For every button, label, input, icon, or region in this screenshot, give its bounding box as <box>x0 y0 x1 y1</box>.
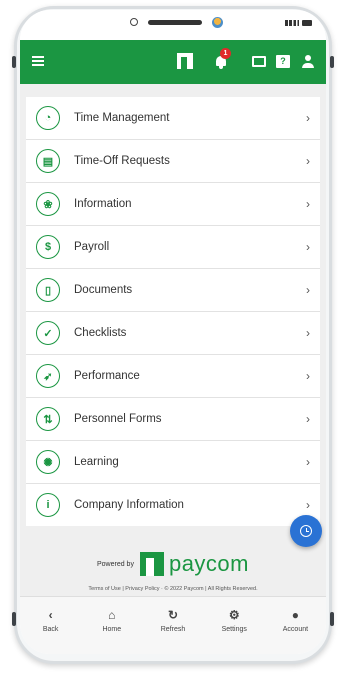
dollar-icon: $ <box>36 235 60 259</box>
menu-item-company-information[interactable]: i Company Information › <box>26 484 320 526</box>
chevron-right-icon: › <box>306 240 310 254</box>
menu-item-label: Time Management <box>74 112 170 124</box>
menu-list: ◔ Time Management › ▤ Time-Off Requests … <box>26 97 320 526</box>
menu-item-time-management[interactable]: ◔ Time Management › <box>26 97 320 140</box>
chevron-right-icon: › <box>306 326 310 340</box>
battery-icon <box>302 20 312 26</box>
nav-label: Refresh <box>160 626 186 633</box>
menu-item-performance[interactable]: ➶ Performance › <box>26 355 320 398</box>
powered-by-label: Powered by <box>96 560 134 568</box>
clock-icon: ◔ <box>36 106 60 130</box>
help-icon[interactable]: ? <box>276 55 290 68</box>
paycom-logo-icon[interactable] <box>177 53 193 69</box>
app-screen: 1 ? ◔ Time Management › ▤ Time-Off Reque… <box>20 10 326 654</box>
menu-item-checklists[interactable]: ✓ Checklists › <box>26 312 320 355</box>
nav-label: Back <box>42 626 59 633</box>
powered-by-footer: Powered by paycom <box>20 546 326 582</box>
home-icon: ⌂ <box>108 608 116 622</box>
nav-label: Settings <box>221 626 247 633</box>
chevron-right-icon: › <box>306 412 310 426</box>
user-icon: ● <box>291 608 300 622</box>
bottom-navigation: ‹ Back ⌂ Home ↻ Refresh ⚙ Settings ● Acc… <box>20 596 326 654</box>
nav-settings[interactable]: ⚙ Settings <box>204 597 265 654</box>
document-icon: ▯ <box>36 278 60 302</box>
menu-item-label: Checklists <box>74 327 127 339</box>
chevron-right-icon: › <box>306 283 310 297</box>
nav-account[interactable]: ● Account <box>265 597 326 654</box>
chevron-right-icon: › <box>306 455 310 469</box>
phone-side-button-left <box>12 56 16 68</box>
chevron-right-icon: › <box>306 154 310 168</box>
signal-icon <box>285 20 299 26</box>
phone-side-button-left-lower <box>12 612 16 626</box>
menu-item-label: Information <box>74 198 132 210</box>
notification-bell-icon[interactable]: 1 <box>214 48 231 70</box>
paycom-wordmark: paycom <box>168 551 249 576</box>
chevron-right-icon: › <box>306 111 310 125</box>
status-indicators <box>285 20 312 26</box>
menu-hamburger-icon[interactable] <box>32 56 44 66</box>
fingerprint-icon: ❀ <box>36 192 60 216</box>
user-body <box>302 63 314 68</box>
inbox-icon[interactable] <box>252 56 266 67</box>
phone-side-button-right <box>330 56 334 68</box>
menu-item-label: Time-Off Requests <box>74 155 170 167</box>
nav-label: Account <box>282 626 309 633</box>
chevron-right-icon: › <box>306 197 310 211</box>
menu-item-personnel-forms[interactable]: ⇅ Personnel Forms › <box>26 398 320 441</box>
menu-item-learning[interactable]: ✺ Learning › <box>26 441 320 484</box>
checkmark-icon: ✓ <box>36 321 60 345</box>
menu-item-payroll[interactable]: $ Payroll › <box>26 226 320 269</box>
menu-item-time-off-requests[interactable]: ▤ Time-Off Requests › <box>26 140 320 183</box>
rocket-icon: ➶ <box>36 364 60 388</box>
menu-item-label: Payroll <box>74 241 110 253</box>
camera-icon <box>130 18 138 26</box>
back-chevron-icon: ‹ <box>48 608 53 622</box>
menu-item-label: Performance <box>74 370 140 382</box>
gear-icon: ⚙ <box>228 608 240 622</box>
menu-item-label: Personnel Forms <box>74 413 162 425</box>
menu-item-label: Company Information <box>74 499 184 511</box>
bell-clapper <box>219 66 223 69</box>
sensor-icon <box>212 17 223 28</box>
menu-item-information[interactable]: ❀ Information › <box>26 183 320 226</box>
nav-home[interactable]: ⌂ Home <box>81 597 142 654</box>
app-header: 1 ? <box>20 40 326 84</box>
menu-item-label: Documents <box>74 284 133 296</box>
status-bar <box>20 10 326 40</box>
chevron-right-icon: › <box>306 498 310 512</box>
phone-side-button-right-lower <box>330 612 334 626</box>
chevron-right-icon: › <box>306 369 310 383</box>
refresh-icon: ↻ <box>167 608 179 622</box>
info-icon: i <box>36 493 60 517</box>
user-head <box>305 55 311 61</box>
clock-action-button[interactable] <box>290 515 322 547</box>
nav-refresh[interactable]: ↻ Refresh <box>142 597 203 654</box>
nav-label: Home <box>102 626 122 633</box>
transfer-icon: ⇅ <box>36 407 60 431</box>
menu-item-documents[interactable]: ▯ Documents › <box>26 269 320 312</box>
paycom-logo-icon <box>139 552 164 576</box>
legal-links[interactable]: Terms of Use | Privacy Policy · © 2022 P… <box>20 586 326 592</box>
menu-item-label: Learning <box>74 456 119 468</box>
calendar-icon: ▤ <box>36 149 60 173</box>
speaker-grille <box>148 20 202 25</box>
clock-icon <box>300 525 312 537</box>
main-content: ◔ Time Management › ▤ Time-Off Requests … <box>20 84 326 604</box>
nav-back[interactable]: ‹ Back <box>20 597 81 654</box>
user-profile-icon[interactable] <box>301 55 315 69</box>
lightbulb-icon: ✺ <box>36 450 60 474</box>
notification-badge: 1 <box>220 48 231 59</box>
